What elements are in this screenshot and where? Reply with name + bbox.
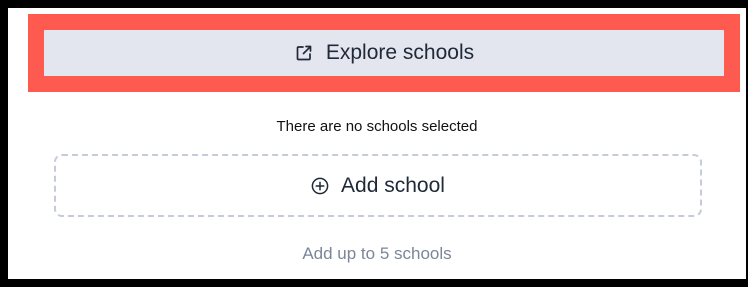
empty-state-message: There are no schools selected: [276, 118, 478, 135]
school-limit-hint: Add up to 5 schools: [302, 244, 452, 263]
plus-circle-icon: [311, 177, 329, 195]
explore-highlight-box: Explore schools: [28, 14, 740, 92]
explore-schools-button[interactable]: Explore schools: [44, 30, 724, 76]
school-selection-panel: Explore schools There are no schools sel…: [8, 8, 746, 279]
add-school-label: Add school: [341, 173, 445, 197]
add-school-button[interactable]: Add school: [54, 154, 702, 217]
explore-schools-label: Explore schools: [325, 41, 475, 64]
external-link-icon: [294, 43, 314, 63]
